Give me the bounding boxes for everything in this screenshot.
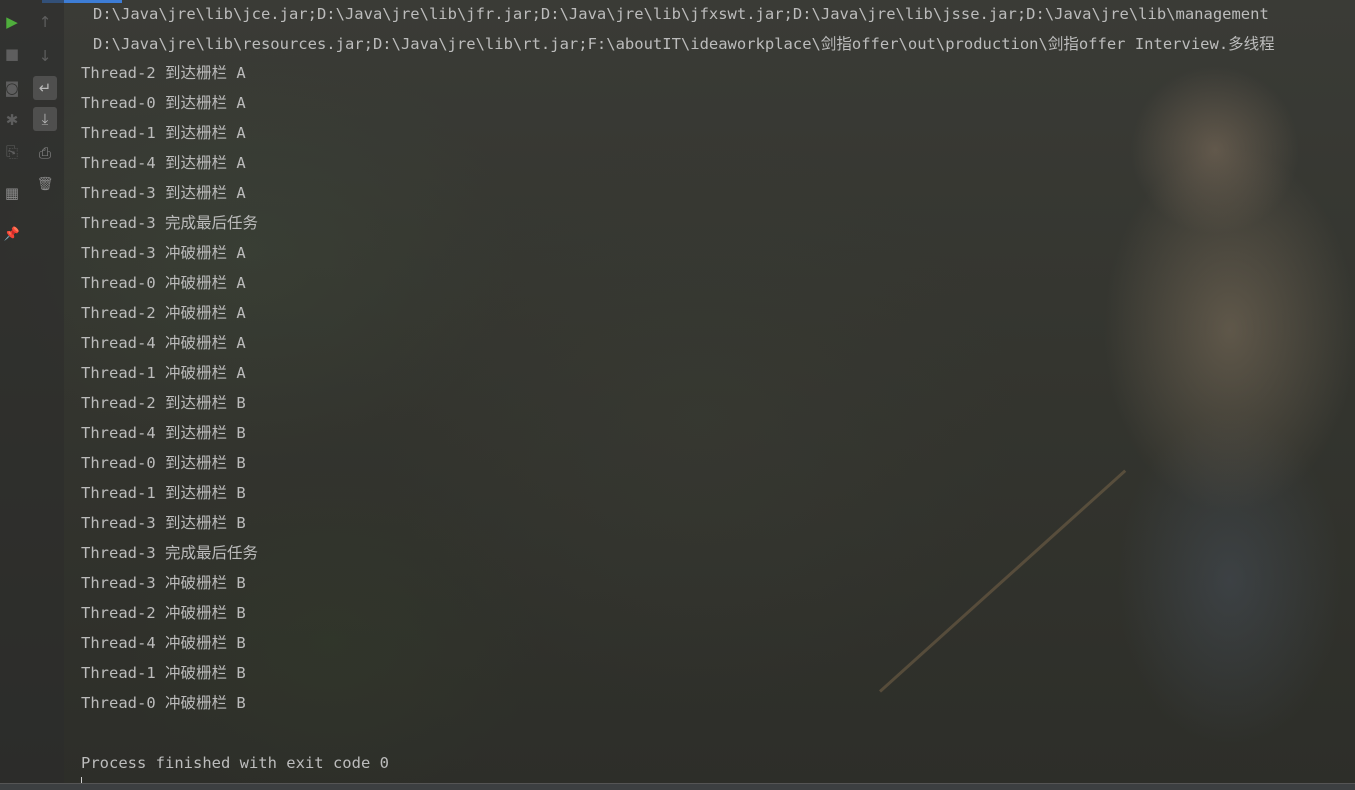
run-toolbar: ▶ ■ ◙ ✱ ⎘ ▦ 📌 ↑ ↓ ↵ ⤓ ⎙ 🗑 [0,0,64,784]
output-line: Thread-1 到达栅栏 B [81,484,246,502]
output-line: Thread-3 完成最后任务 [81,544,258,562]
output-line: Thread-3 到达栅栏 B [81,514,246,532]
camera-icon[interactable]: ◙ [0,76,24,100]
restore-layout-icon[interactable]: ⎘ [0,140,24,164]
output-line: Thread-0 到达栅栏 B [81,454,246,472]
output-line: Thread-1 冲破栅栏 A [81,364,246,382]
output-line: Thread-1 冲破栅栏 B [81,664,246,682]
trash-icon[interactable]: 🗑 [33,172,57,196]
console-output[interactable]: D:\Java\jre\lib\jce.jar;D:\Java\jre\lib\… [64,0,1355,784]
output-line: Thread-3 到达栅栏 A [81,184,246,202]
output-line: Thread-4 冲破栅栏 A [81,334,246,352]
output-line: Thread-0 到达栅栏 A [81,94,246,112]
output-line: Thread-3 冲破栅栏 A [81,244,246,262]
output-line: Thread-4 到达栅栏 B [81,424,246,442]
pin-icon[interactable]: 📌 [0,222,24,246]
run-icon[interactable]: ▶ [0,10,24,34]
stop-icon[interactable]: ■ [0,42,24,66]
run-tool-window: ▶ ■ ◙ ✱ ⎘ ▦ 📌 ↑ ↓ ↵ ⤓ ⎙ 🗑 D:\Java\jre\li… [0,0,1355,790]
status-bar [0,783,1355,790]
scroll-to-end-icon[interactable]: ⤓ [33,107,57,131]
layout-icon[interactable]: ▦ [0,181,24,205]
command-line: D:\Java\jre\lib\resources.jar;D:\Java\jr… [93,35,1275,53]
output-line: Thread-4 冲破栅栏 B [81,634,246,652]
soft-wrap-icon[interactable]: ↵ [33,76,57,100]
output-line: Thread-3 冲破栅栏 B [81,574,246,592]
output-line: Thread-4 到达栅栏 A [81,154,246,172]
up-arrow-icon[interactable]: ↑ [33,10,57,34]
output-line: Thread-0 冲破栅栏 B [81,694,246,712]
print-icon[interactable]: ⎙ [33,141,57,165]
output-line: Thread-2 冲破栅栏 B [81,604,246,622]
output-line: Thread-1 到达栅栏 A [81,124,246,142]
output-line: Thread-2 到达栅栏 A [81,64,246,82]
command-line: D:\Java\jre\lib\jce.jar;D:\Java\jre\lib\… [93,5,1269,23]
bug-icon[interactable]: ✱ [0,108,24,132]
output-line: Thread-3 完成最后任务 [81,214,258,232]
output-line: Thread-2 到达栅栏 B [81,394,246,412]
output-line: Thread-2 冲破栅栏 A [81,304,246,322]
down-arrow-icon[interactable]: ↓ [33,44,57,68]
exit-message: Process finished with exit code 0 [81,754,389,772]
output-line: Thread-0 冲破栅栏 A [81,274,246,292]
